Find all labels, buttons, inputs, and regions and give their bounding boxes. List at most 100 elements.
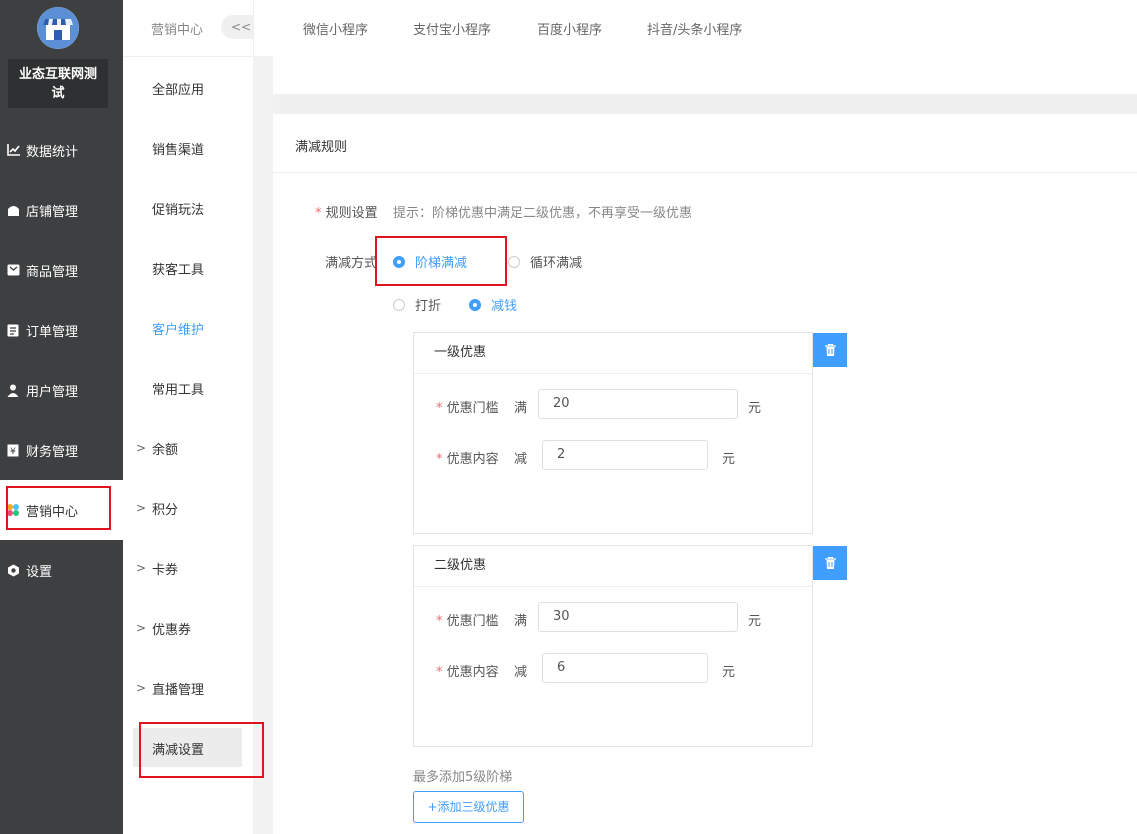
required-mark: * <box>436 614 443 629</box>
required-mark: * <box>436 452 443 467</box>
content-prefix: 减 <box>514 452 528 467</box>
tab-alipay[interactable]: 支付宝小程序 <box>413 19 491 38</box>
trash-icon <box>824 557 836 569</box>
nav-item-finance[interactable]: ¥ 财务管理 <box>0 420 123 480</box>
threshold-unit: 元 <box>748 614 762 629</box>
org-name-line2: 试 <box>51 86 65 101</box>
radio-label: 打折 <box>415 299 442 314</box>
threshold-prefix: 满 <box>514 614 528 629</box>
submenu-item-all-apps[interactable]: 全部应用 <box>123 58 253 118</box>
radio-dot <box>393 298 405 311</box>
highlight-box-ladder <box>375 236 507 286</box>
goods-icon <box>6 263 20 277</box>
content-label: * 优惠内容 <box>436 661 499 680</box>
content-unit: 元 <box>722 665 736 680</box>
threshold-label: * 优惠门槛 <box>436 397 499 416</box>
submenu-item-acquisition[interactable]: 获客工具 <box>123 238 253 298</box>
mode-label: 满减方式 <box>325 256 378 271</box>
threshold-prefix: 满 <box>514 401 528 416</box>
required-mark: * <box>436 665 443 680</box>
main-sidebar: 业态互联网测 试 数据统计 店铺管理 商品管理 订单管理 用户管理 ¥ 财务管理… <box>0 0 123 834</box>
add-tier-button[interactable]: +添加三级优惠 <box>413 791 524 823</box>
max-tier-hint: 最多添加5级阶梯 <box>413 770 513 785</box>
content-unit: 元 <box>722 452 736 467</box>
rule-label-text: 规则设置 <box>325 206 378 221</box>
nav-label: 店铺管理 <box>26 204 79 220</box>
submenu-label: 卡券 <box>152 562 179 578</box>
submenu-item-cards[interactable]: > 卡券 <box>123 538 253 598</box>
nav-label: 财务管理 <box>26 444 79 460</box>
nav-label: 数据统计 <box>26 144 79 160</box>
submenu-label: 积分 <box>152 502 179 518</box>
nav-label: 订单管理 <box>26 324 79 340</box>
order-icon <box>6 323 20 337</box>
nav-item-stats[interactable]: 数据统计 <box>0 120 123 180</box>
nav-label: 设置 <box>26 564 53 580</box>
submenu-label: 销售渠道 <box>152 142 205 158</box>
required-mark: * <box>315 206 322 221</box>
rule-label: * 规则设置 <box>315 202 378 221</box>
tab-douyin[interactable]: 抖音/头条小程序 <box>647 19 742 38</box>
submenu-item-coupons[interactable]: > 优惠券 <box>123 598 253 658</box>
shop-icon <box>6 203 20 217</box>
platform-tabs: 微信小程序 支付宝小程序 百度小程序 抖音/头条小程序 <box>253 0 1137 56</box>
chevron-right-icon: > <box>136 681 147 695</box>
submenu-item-live[interactable]: > 直播管理 <box>123 658 253 718</box>
tab-wechat[interactable]: 微信小程序 <box>303 19 368 38</box>
submenu-label: 客户维护 <box>152 322 205 338</box>
submenu-item-points[interactable]: > 积分 <box>123 478 253 538</box>
content-prefix: 减 <box>514 665 528 680</box>
nav-item-orders[interactable]: 订单管理 <box>0 300 123 360</box>
delete-tier-1-button[interactable] <box>813 333 847 367</box>
delete-tier-2-button[interactable] <box>813 546 847 580</box>
submenu-item-common-tools[interactable]: 常用工具 <box>123 358 253 418</box>
tier-2-content-input[interactable]: 6 <box>542 653 708 683</box>
submenu-label: 直播管理 <box>152 682 205 698</box>
radio-discount[interactable]: 打折 <box>393 295 441 314</box>
highlight-box-full-reduction <box>139 722 264 778</box>
nav-label: 商品管理 <box>26 264 79 280</box>
finance-icon: ¥ <box>6 443 20 457</box>
nav-item-shop[interactable]: 店铺管理 <box>0 180 123 240</box>
submenu-label: 余额 <box>152 442 179 458</box>
chevron-right-icon: > <box>136 561 147 575</box>
submenu-item-promotion[interactable]: 促销玩法 <box>123 178 253 238</box>
tier-card-2: 二级优惠 <box>413 545 813 747</box>
rule-hint: 提示：阶梯优惠中满足二级优惠，不再享受一级优惠 <box>393 206 693 221</box>
nav-item-goods[interactable]: 商品管理 <box>0 240 123 300</box>
tier-title: 一级优惠 <box>414 333 812 374</box>
tier-2-threshold-input[interactable]: 30 <box>538 602 738 632</box>
submenu-item-balance[interactable]: > 余额 <box>123 418 253 478</box>
required-mark: * <box>436 401 443 416</box>
tier-1-content-input[interactable]: 2 <box>542 440 708 470</box>
radio-label: 减钱 <box>491 299 518 314</box>
tier-title: 二级优惠 <box>414 546 812 587</box>
chevron-right-icon: > <box>136 621 147 635</box>
user-icon <box>6 383 20 397</box>
radio-cycle[interactable]: 循环满减 <box>508 252 582 271</box>
threshold-label-text: 优惠门槛 <box>446 614 499 629</box>
content-gutter <box>253 56 273 834</box>
submenu-label: 全部应用 <box>152 82 205 98</box>
tab-baidu[interactable]: 百度小程序 <box>537 19 602 38</box>
radio-reduce-money[interactable]: 减钱 <box>469 295 517 314</box>
content-label-text: 优惠内容 <box>446 452 499 467</box>
nav-item-users[interactable]: 用户管理 <box>0 360 123 420</box>
settings-icon <box>6 563 20 577</box>
highlight-box-marketing <box>6 486 111 530</box>
content-label: * 优惠内容 <box>436 448 499 467</box>
tier-1-threshold-input[interactable]: 20 <box>538 389 738 419</box>
org-name: 业态互联网测 试 <box>8 59 108 108</box>
submenu-item-sales-channel[interactable]: 销售渠道 <box>123 118 253 178</box>
submenu-label: 促销玩法 <box>152 202 205 218</box>
trash-icon <box>824 344 836 356</box>
store-logo[interactable] <box>37 7 79 49</box>
chevron-right-icon: > <box>136 441 147 455</box>
submenu-item-customer-care[interactable]: 客户维护 <box>123 298 253 358</box>
threshold-unit: 元 <box>748 401 762 416</box>
nav-item-settings[interactable]: 设置 <box>0 540 123 600</box>
section-title: 满减规则 <box>295 140 348 155</box>
collapse-button[interactable]: << <box>221 15 253 39</box>
content-label-text: 优惠内容 <box>446 665 499 680</box>
chart-line-icon <box>6 143 20 157</box>
